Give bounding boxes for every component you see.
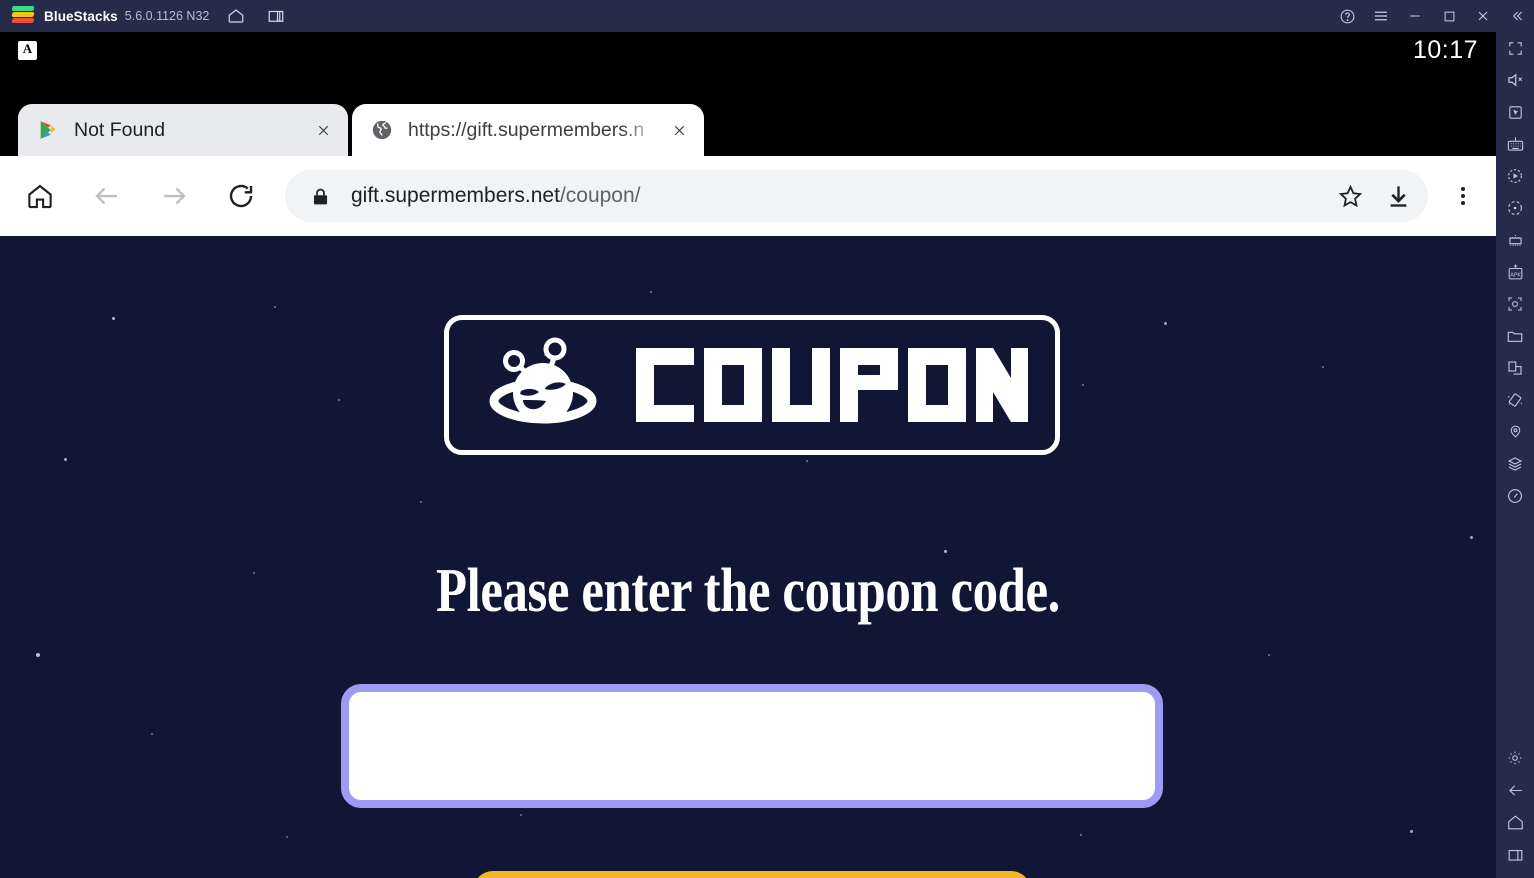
coupon-logo xyxy=(444,315,1060,455)
coupon-wordmark xyxy=(636,348,1028,422)
android-home-icon[interactable] xyxy=(1496,806,1534,838)
android-back-icon[interactable] xyxy=(1496,774,1534,806)
layers-icon[interactable] xyxy=(1496,448,1534,480)
alien-planet-mascot-icon xyxy=(476,337,602,433)
url-domain: gift.supermembers.net xyxy=(351,184,560,207)
gear-icon[interactable] xyxy=(1496,742,1534,774)
titlebar-home-icon[interactable] xyxy=(223,3,249,29)
forward-button[interactable] xyxy=(148,170,200,222)
browser-toolbar: gift.supermembers.net/coupon/ xyxy=(0,156,1496,236)
omnibox[interactable]: gift.supermembers.net/coupon/ xyxy=(285,170,1428,222)
hamburger-menu-button[interactable] xyxy=(1364,0,1398,32)
bookmark-star-icon[interactable] xyxy=(1326,172,1374,220)
titlebar-multi-instance-icon[interactable] xyxy=(263,3,289,29)
three-dot-menu-button[interactable] xyxy=(1436,169,1490,223)
submit-coupon-button[interactable] xyxy=(473,871,1031,878)
tab-close-icon[interactable] xyxy=(306,113,340,147)
tab-title: https://gift.supermembers.n xyxy=(408,118,645,141)
tab-close-icon[interactable] xyxy=(662,113,696,147)
bluestacks-sidebar: APK xyxy=(1496,32,1534,878)
install-apk-icon[interactable]: APK xyxy=(1496,256,1534,288)
maximize-button[interactable] xyxy=(1432,0,1466,32)
page-title: Please enter the coupon code. xyxy=(436,557,1060,625)
window-controls xyxy=(1330,0,1534,32)
bluestacks-logo-icon xyxy=(11,6,35,26)
android-screen: A 10:17 Not Found https://gift.supermemb… xyxy=(0,32,1496,878)
reload-button[interactable] xyxy=(215,170,267,222)
location-pin-icon[interactable] xyxy=(1496,416,1534,448)
back-button[interactable] xyxy=(81,170,133,222)
app-title: BlueStacks xyxy=(44,8,118,24)
android-status-bar: A 10:17 xyxy=(0,32,1496,68)
media-folder-icon[interactable] xyxy=(1496,320,1534,352)
bluestacks-window: BlueStacks 5.6.0.1126 N32 A 10:17 Not Fo… xyxy=(0,0,1534,878)
multi-instance-manager-icon[interactable] xyxy=(1496,224,1534,256)
close-button[interactable] xyxy=(1466,0,1500,32)
home-button[interactable] xyxy=(14,170,66,222)
tab-not-found[interactable]: Not Found xyxy=(18,104,348,156)
screenshot-icon[interactable] xyxy=(1496,288,1534,320)
browser-tabstrip: Not Found https://gift.supermembers.n xyxy=(0,68,1496,174)
window-titlebar: BlueStacks 5.6.0.1126 N32 xyxy=(0,0,1534,32)
macro-recorder-icon[interactable] xyxy=(1496,160,1534,192)
lock-icon[interactable] xyxy=(309,186,331,207)
rotate-icon[interactable] xyxy=(1496,192,1534,224)
copy-to-pc-icon[interactable] xyxy=(1496,352,1534,384)
url-path: /coupon/ xyxy=(559,184,641,207)
download-icon[interactable] xyxy=(1374,172,1422,220)
tab-coupon-page[interactable]: https://gift.supermembers.n xyxy=(352,104,704,156)
mute-icon[interactable] xyxy=(1496,64,1534,96)
minimize-button[interactable] xyxy=(1398,0,1432,32)
tab-title: Not Found xyxy=(74,118,166,141)
svg-text:APK: APK xyxy=(1510,272,1521,278)
cursor-pointer-icon[interactable] xyxy=(1496,96,1534,128)
url-text[interactable]: gift.supermembers.net/coupon/ xyxy=(351,184,1326,208)
fullscreen-icon[interactable] xyxy=(1496,32,1534,64)
app-version: 5.6.0.1126 N32 xyxy=(124,9,210,23)
coupon-code-input[interactable] xyxy=(341,684,1163,808)
performance-meter-icon[interactable] xyxy=(1496,480,1534,512)
keyboard-controls-icon[interactable] xyxy=(1496,128,1534,160)
coupon-page: Please enter the coupon code. xyxy=(0,236,1496,878)
shake-icon[interactable] xyxy=(1496,384,1534,416)
globe-icon xyxy=(370,118,394,142)
play-store-icon xyxy=(36,118,60,142)
ime-indicator-icon: A xyxy=(18,40,37,60)
android-recents-icon[interactable] xyxy=(1496,838,1534,870)
collapse-sidebar-button[interactable] xyxy=(1500,0,1534,32)
help-button[interactable] xyxy=(1330,0,1364,32)
status-clock: 10:17 xyxy=(1412,36,1478,64)
